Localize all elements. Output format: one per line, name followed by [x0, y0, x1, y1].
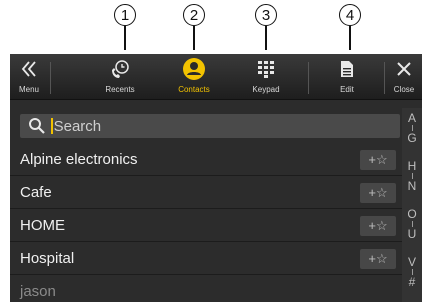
add-favorite-button[interactable]: +☆	[360, 249, 396, 269]
menu-label: Menu	[18, 85, 39, 94]
menu-button[interactable]: Menu	[10, 54, 48, 100]
close-icon	[397, 54, 411, 84]
document-edit-icon	[340, 54, 354, 84]
contact-name: Cafe	[20, 184, 52, 201]
index-group-v-hash[interactable]: V #	[402, 256, 422, 288]
search-icon	[29, 118, 45, 134]
callout-4: 4	[339, 4, 361, 26]
contacts-label: Contacts	[178, 85, 210, 94]
phone-screen: Menu Recents Contacts Keypad Edit Close …	[10, 54, 422, 302]
callout-3-line	[265, 26, 267, 50]
callout-2-line	[193, 26, 195, 50]
contact-name: jason	[20, 283, 56, 300]
divider	[50, 62, 51, 94]
callout-1: 1	[114, 4, 136, 26]
divider	[308, 62, 309, 94]
tab-keypad[interactable]: Keypad	[230, 54, 302, 100]
contacts-person-icon	[182, 54, 206, 84]
text-cursor	[51, 118, 53, 134]
close-label: Close	[393, 85, 415, 94]
contact-name: Alpine electronics	[20, 151, 138, 168]
divider	[384, 62, 385, 94]
callout-1-line	[124, 26, 126, 50]
index-group-a-g[interactable]: A G	[402, 112, 422, 144]
callout-markers: 1 2 3 4	[0, 0, 422, 54]
callout-3: 3	[255, 4, 277, 26]
contact-name: Hospital	[20, 250, 75, 267]
add-favorite-button[interactable]: +☆	[360, 183, 396, 203]
double-chevron-left-icon	[21, 54, 37, 84]
callout-2: 2	[183, 4, 205, 26]
recents-phone-icon	[109, 54, 131, 84]
add-favorite-button[interactable]: +☆	[360, 150, 396, 170]
edit-button[interactable]: Edit	[312, 54, 382, 100]
contact-name: HOME	[20, 217, 65, 234]
recents-label: Recents	[105, 85, 135, 94]
index-group-o-u[interactable]: O U	[402, 208, 422, 240]
search-input[interactable]: Search	[20, 114, 400, 138]
list-item[interactable]: Cafe +☆	[10, 177, 402, 209]
list-item[interactable]: HOME +☆	[10, 210, 402, 242]
list-item[interactable]: jason	[10, 276, 402, 302]
top-nav-bar: Menu Recents Contacts Keypad Edit Close	[10, 54, 422, 100]
list-item[interactable]: Alpine electronics +☆	[10, 144, 402, 176]
search-placeholder: Search	[53, 117, 102, 135]
tab-recents[interactable]: Recents	[84, 54, 156, 100]
keypad-icon	[257, 54, 275, 84]
close-button[interactable]: Close	[386, 54, 422, 100]
list-item[interactable]: Hospital +☆	[10, 243, 402, 275]
index-group-h-n[interactable]: H N	[402, 160, 422, 192]
keypad-label: Keypad	[252, 85, 280, 94]
tab-contacts[interactable]: Contacts	[158, 54, 230, 100]
edit-label: Edit	[340, 85, 354, 94]
add-favorite-button[interactable]: +☆	[360, 216, 396, 236]
alphabet-index-bar[interactable]: A G H N O U V #	[402, 108, 422, 302]
callout-4-line	[349, 26, 351, 50]
